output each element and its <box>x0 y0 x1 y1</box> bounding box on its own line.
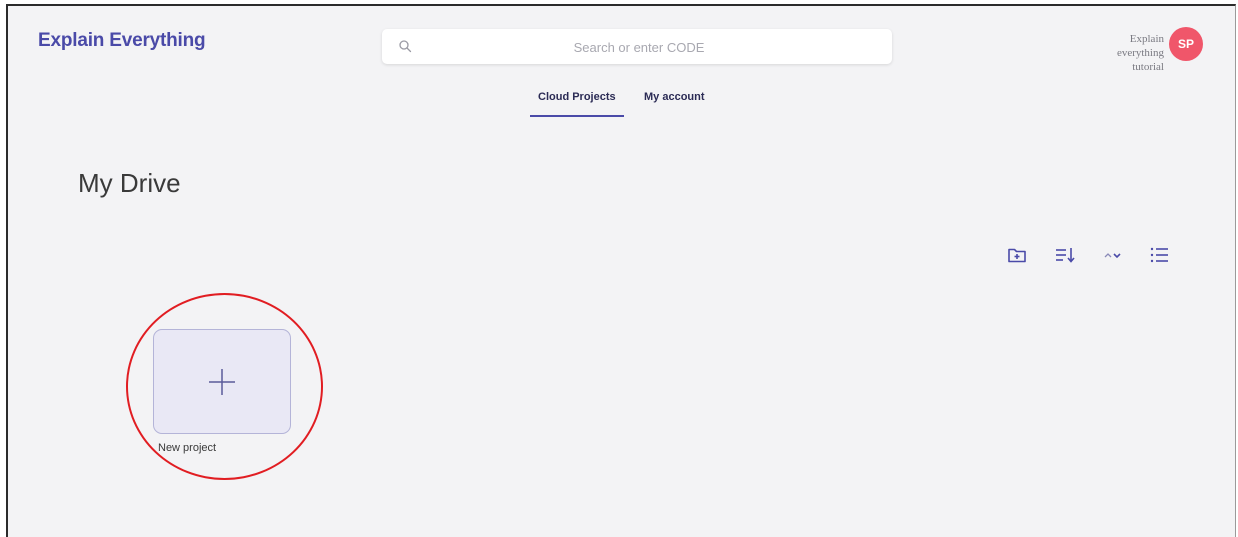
list-view-icon[interactable] <box>1148 244 1170 266</box>
sort-order-icon[interactable] <box>1102 244 1124 266</box>
search-input[interactable] <box>422 29 856 66</box>
app-logo[interactable]: Explain Everything <box>38 30 206 52</box>
new-project-button[interactable] <box>153 329 291 434</box>
user-name[interactable]: Explain everything tutorial <box>1086 32 1164 74</box>
sort-icon[interactable] <box>1054 244 1076 266</box>
tab-cloud-projects[interactable]: Cloud Projects <box>530 91 624 117</box>
search-bar[interactable] <box>382 29 892 66</box>
avatar[interactable]: SP <box>1169 27 1203 61</box>
search-icon <box>399 40 412 53</box>
user-name-line: everything <box>1116 47 1164 59</box>
new-project-label: New project <box>158 442 217 454</box>
user-name-line: Explain <box>1129 33 1164 45</box>
app-window: Explain Everything Explain everything tu… <box>6 4 1236 537</box>
user-name-line: tutorial <box>1132 61 1164 73</box>
new-folder-icon[interactable] <box>1006 244 1028 266</box>
plus-icon <box>209 368 235 395</box>
tab-my-account[interactable]: My account <box>642 91 707 115</box>
page-title: My Drive <box>78 168 181 198</box>
